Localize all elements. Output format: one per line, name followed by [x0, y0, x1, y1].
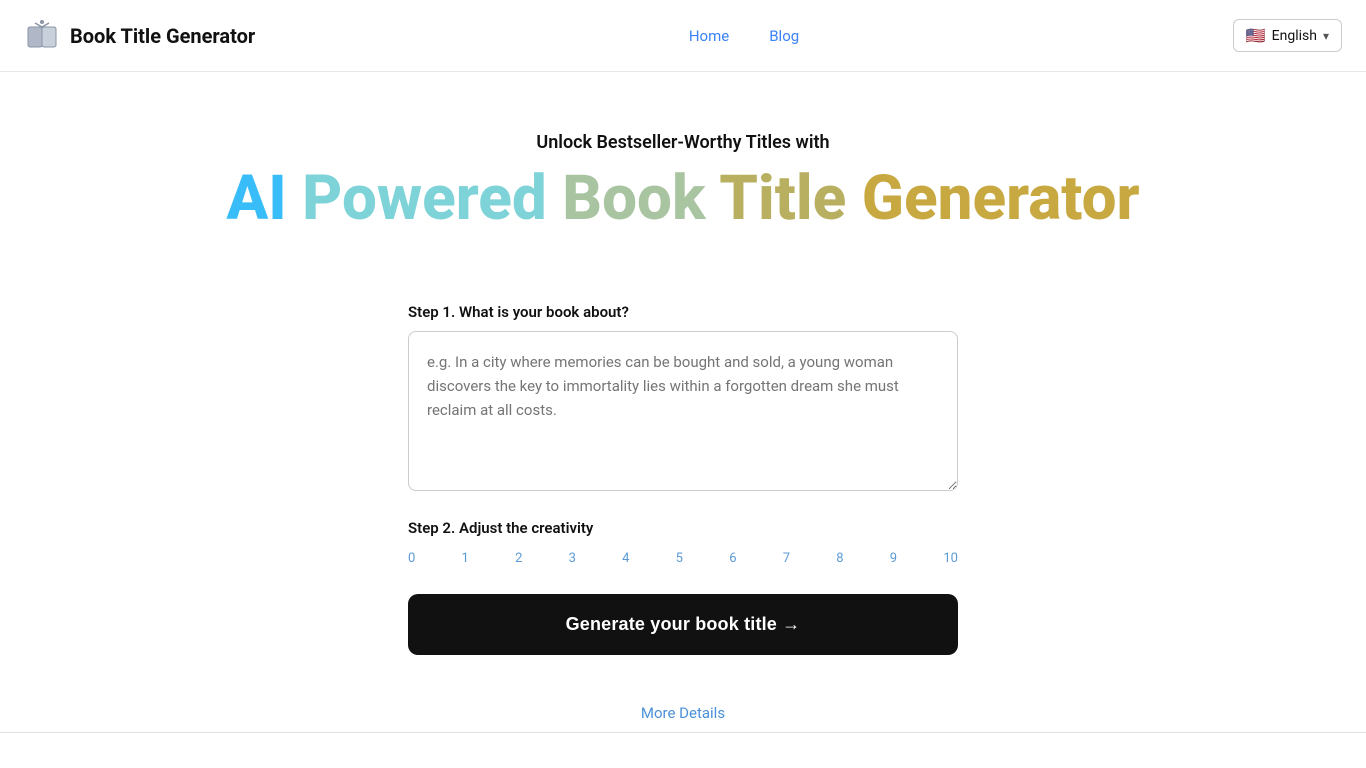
title-word-book: Book — [562, 162, 719, 235]
nav-link-blog[interactable]: Blog — [769, 27, 799, 45]
hero-section: Unlock Bestseller-Worthy Titles with AI … — [0, 72, 1366, 273]
nav-links: Home Blog — [689, 27, 799, 45]
step2-label: Step 2. Adjust the creativity — [408, 519, 958, 537]
flag-icon: 🇺🇸 — [1246, 26, 1266, 45]
main-form: Step 1. What is your book about? Step 2.… — [388, 303, 978, 655]
title-word-generator: Generator — [862, 162, 1140, 235]
creativity-slider-container: 0 1 2 3 4 5 6 7 8 9 10 — [408, 551, 958, 566]
title-word-ai: AI — [226, 162, 302, 235]
more-details-link[interactable]: More Details — [641, 704, 725, 722]
hero-subtitle: Unlock Bestseller-Worthy Titles with — [20, 132, 1346, 153]
title-word-title: Title — [719, 162, 862, 235]
logo-icon — [24, 18, 60, 54]
nav-link-home[interactable]: Home — [689, 27, 729, 45]
language-selector[interactable]: 🇺🇸 English ▾ — [1233, 19, 1342, 52]
title-word-powered: Powered — [302, 162, 562, 235]
hero-title: AI Powered Book Title Generator — [20, 165, 1346, 233]
language-label: English — [1272, 28, 1317, 44]
nav-language[interactable]: 🇺🇸 English ▾ — [1233, 19, 1342, 52]
section-divider — [0, 732, 1366, 733]
navbar: Book Title Generator Home Blog 🇺🇸 Englis… — [0, 0, 1366, 72]
step1-label: Step 1. What is your book about? — [408, 303, 958, 321]
more-details-section: More Details — [0, 703, 1366, 743]
generate-button[interactable]: Generate your book title → — [408, 594, 958, 655]
nav-brand: Book Title Generator — [24, 18, 255, 54]
site-title: Book Title Generator — [70, 24, 255, 48]
chevron-down-icon: ▾ — [1323, 29, 1329, 43]
book-description-input[interactable] — [408, 331, 958, 491]
